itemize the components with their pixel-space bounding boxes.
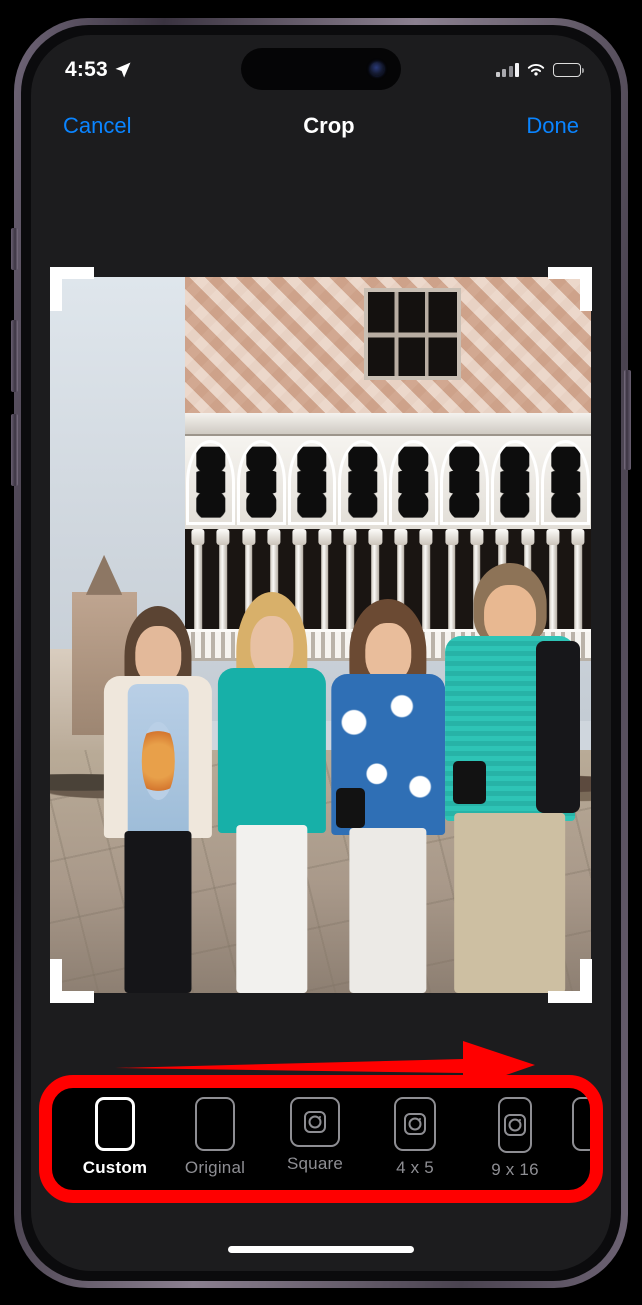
- home-indicator[interactable]: [228, 1246, 414, 1253]
- photo-palace-brickwall: [185, 277, 591, 414]
- power-button[interactable]: [624, 370, 631, 470]
- volume-down-button[interactable]: [11, 414, 18, 486]
- status-time: 4:53: [65, 58, 108, 81]
- cancel-button[interactable]: Cancel: [63, 113, 131, 139]
- status-bar-right: [495, 63, 585, 78]
- crop-handle-bottom-left[interactable]: [50, 959, 62, 1003]
- volume-up-button[interactable]: [11, 320, 18, 392]
- photo-person-1: [104, 606, 213, 993]
- annotation-highlight-box: [39, 1075, 603, 1203]
- cellular-signal-icon: [495, 63, 519, 77]
- photo-palace-window: [363, 287, 462, 381]
- navigation-bar: Cancel Crop Done: [31, 99, 611, 153]
- page-title: Crop: [303, 113, 355, 138]
- photo-person-4: [444, 563, 580, 993]
- photo-canvas[interactable]: [50, 277, 591, 993]
- location-arrow-icon: [115, 62, 131, 78]
- front-camera-icon: [370, 62, 384, 76]
- crop-handle-top-left[interactable]: [50, 267, 62, 311]
- silent-switch-button[interactable]: [11, 228, 18, 270]
- status-bar-left: 4:53: [65, 58, 132, 82]
- photo-palace-arcade: [185, 435, 591, 530]
- battery-icon: [553, 63, 585, 77]
- wifi-icon: [527, 63, 545, 76]
- crop-handle-bottom-right[interactable]: [580, 959, 592, 1003]
- crop-stage[interactable]: [31, 225, 611, 1015]
- photo-person-2: [217, 592, 326, 993]
- phone-screen: 4:53 Cancel Crop Done Custom Original Sq…: [31, 35, 611, 1271]
- photo-person-3: [331, 599, 445, 993]
- crop-handle-top-right[interactable]: [580, 267, 592, 311]
- done-button[interactable]: Done: [526, 113, 579, 139]
- photo-palace-cornice: [185, 413, 591, 436]
- phone-frame: 4:53 Cancel Crop Done Custom Original Sq…: [0, 0, 642, 1305]
- dynamic-island: [241, 48, 401, 90]
- photo-image: [50, 277, 591, 993]
